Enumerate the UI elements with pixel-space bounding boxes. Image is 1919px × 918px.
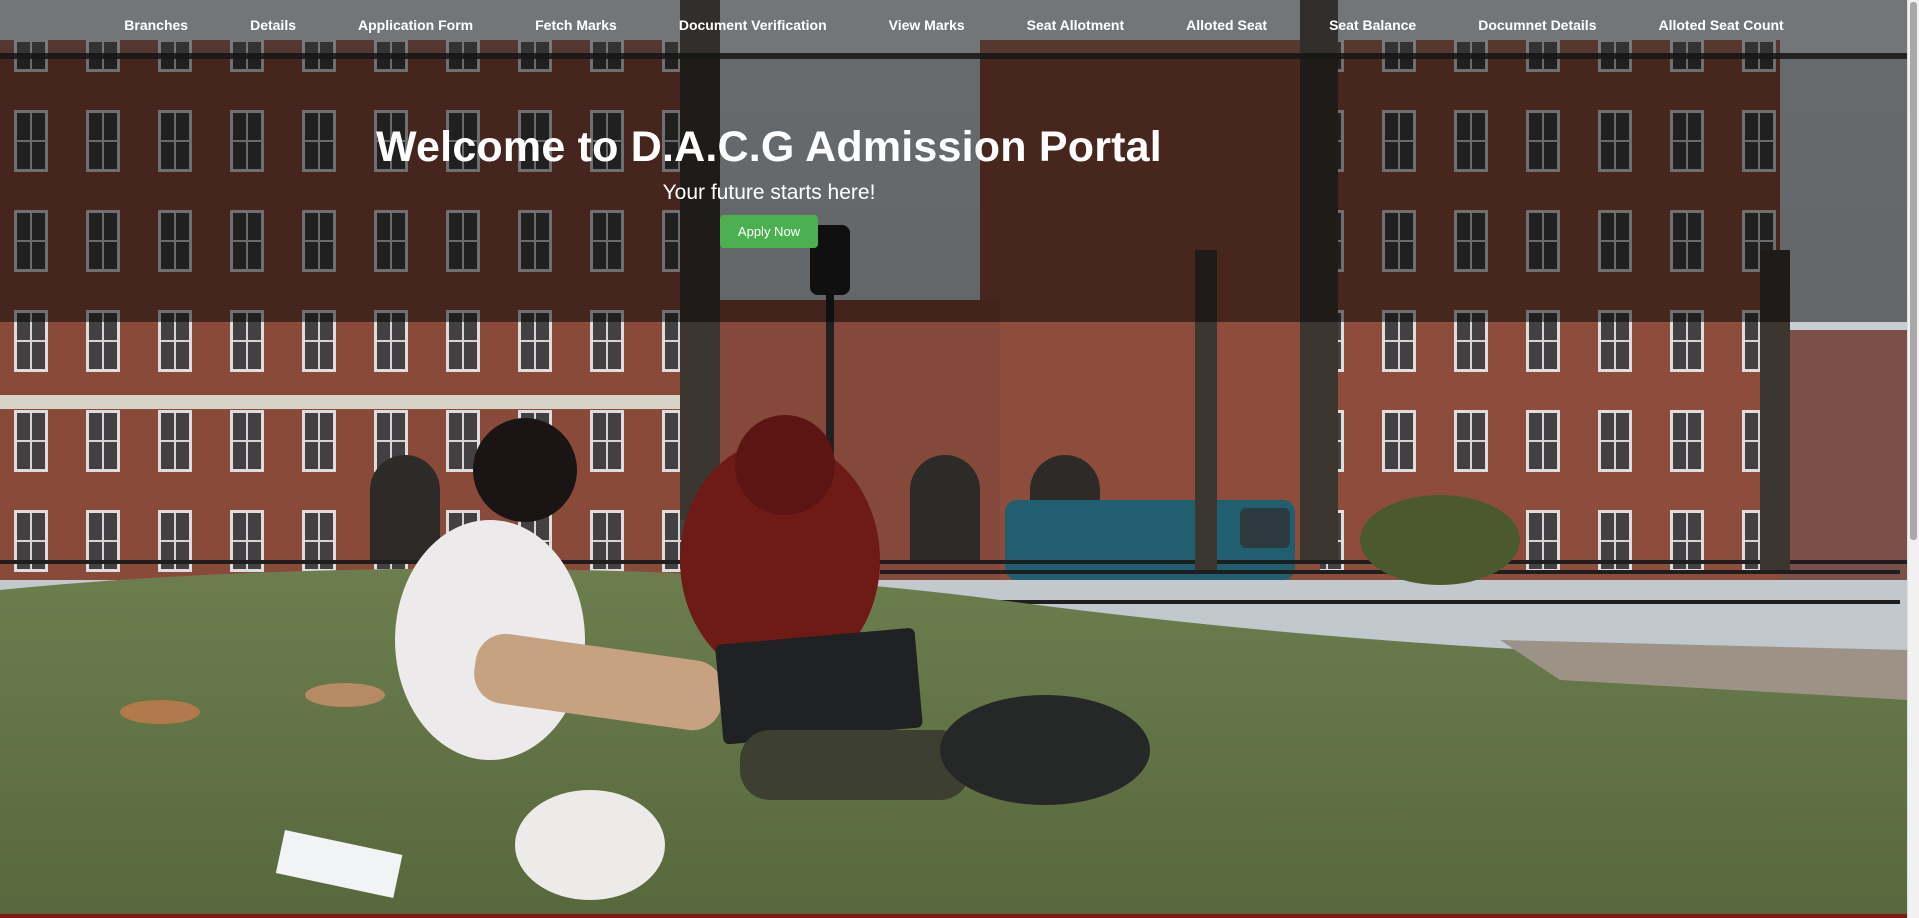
vertical-scrollbar[interactable] <box>1907 0 1919 918</box>
nav-item-alloted-seat-count[interactable]: Alloted Seat Count <box>1627 17 1814 33</box>
nav-item-details[interactable]: Details <box>219 17 327 33</box>
nav-item-alloted-seat[interactable]: Alloted Seat <box>1155 17 1298 33</box>
apply-now-button[interactable]: Apply Now <box>719 215 819 248</box>
hero-content: Welcome to D.A.C.G Admission Portal Your… <box>0 59 1908 248</box>
page-bottom-edge <box>0 914 1908 918</box>
hero-subtitle: Your future starts here! <box>662 181 876 204</box>
nav-item-branches[interactable]: Branches <box>93 17 219 33</box>
hero-banner: Welcome to D.A.C.G Admission Portal Your… <box>0 59 1908 322</box>
top-nav: Branches Details Application Form Fetch … <box>0 0 1908 59</box>
nav-item-fetch-marks[interactable]: Fetch Marks <box>504 17 648 33</box>
page: Branches Details Application Form Fetch … <box>0 0 1919 918</box>
nav-item-application-form[interactable]: Application Form <box>327 17 504 33</box>
nav-item-seat-allotment[interactable]: Seat Allotment <box>996 17 1156 33</box>
nav-item-view-marks[interactable]: View Marks <box>858 17 996 33</box>
nav-item-document-details[interactable]: Documnet Details <box>1447 17 1627 33</box>
hero-title: Welcome to D.A.C.G Admission Portal <box>376 123 1162 171</box>
nav-item-document-verification[interactable]: Document Verification <box>648 17 858 33</box>
nav-item-seat-balance[interactable]: Seat Balance <box>1298 17 1447 33</box>
scrollbar-thumb[interactable] <box>1910 2 1917 540</box>
